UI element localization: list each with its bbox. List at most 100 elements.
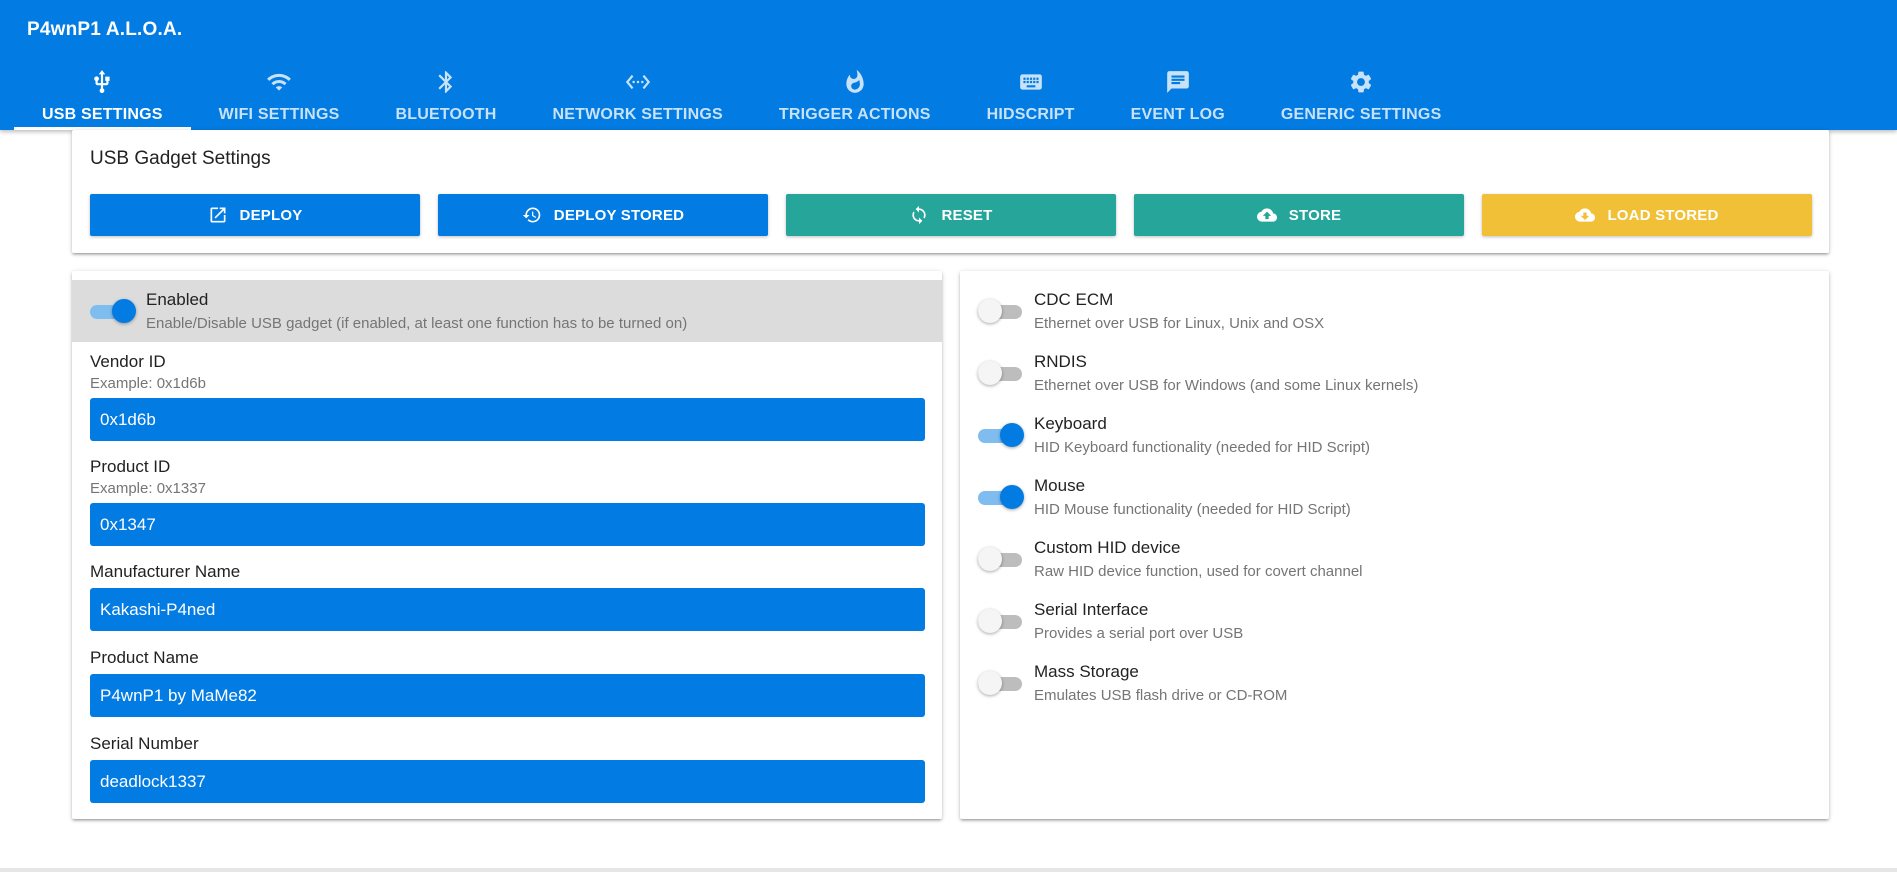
function-row-cdc-ecm: CDC ECM Ethernet over USB for Linux, Uni… <box>960 280 1829 342</box>
enabled-title: Enabled <box>146 290 209 309</box>
tab-usb-settings[interactable]: USB SETTINGS <box>14 60 191 130</box>
product-id-field: Product ID Example: 0x1337 0x1347 <box>90 457 925 546</box>
function-title: Mass Storage <box>1034 662 1139 681</box>
usb-icon <box>89 66 115 98</box>
keyboard-icon <box>1018 66 1044 98</box>
tab-hidscript[interactable]: HIDSCRIPT <box>959 60 1103 130</box>
tab-label: EVENT LOG <box>1130 106 1225 123</box>
tab-generic-settings[interactable]: GENERIC SETTINGS <box>1253 60 1470 130</box>
card-title: USB Gadget Settings <box>90 148 271 169</box>
cloud-upload-icon <box>1256 208 1277 222</box>
product-id-input[interactable]: 0x1347 <box>90 503 925 546</box>
page-bottom-divider <box>0 868 1897 872</box>
restore-icon <box>522 207 541 223</box>
function-desc: Ethernet over USB for Linux, Unix and OS… <box>1034 315 1325 332</box>
flame-icon <box>842 66 868 98</box>
tab-label: USB SETTINGS <box>42 106 163 123</box>
product-name-label: Product Name <box>90 648 199 667</box>
manufacturer-name-input[interactable]: Kakashi-P4ned <box>90 588 925 631</box>
reset-button[interactable]: RESET <box>786 194 1116 236</box>
tab-label: WIFI SETTINGS <box>218 106 340 123</box>
cloud-download-icon <box>1575 208 1596 222</box>
deploy-button[interactable]: DEPLOY <box>90 194 420 236</box>
load-stored-label: LOAD STORED <box>1607 206 1719 224</box>
open-in-new-icon <box>210 207 226 223</box>
enabled-toggle[interactable] <box>90 299 136 323</box>
function-row-rndis: RNDIS Ethernet over USB for Windows (and… <box>960 342 1829 404</box>
tab-label: HIDSCRIPT <box>986 106 1075 123</box>
function-title: Custom HID device <box>1034 538 1181 557</box>
function-title: Mouse <box>1034 476 1086 495</box>
keyboard-toggle[interactable] <box>978 423 1024 447</box>
mass-storage-toggle[interactable] <box>978 671 1024 695</box>
message-icon <box>1165 66 1191 98</box>
deploy-stored-label: DEPLOY STORED <box>553 206 685 224</box>
network-icon <box>625 66 651 98</box>
toggle-thumb <box>112 299 136 323</box>
usb-gadget-settings-card: USB Gadget Settings DEPLOY DEPLOY STORED… <box>72 130 1829 253</box>
function-row-serial: Serial Interface Provides a serial port … <box>960 590 1829 652</box>
function-title: RNDIS <box>1034 352 1087 371</box>
bluetooth-icon <box>433 66 459 98</box>
product-id-label: Product ID <box>90 457 171 476</box>
tab-label: NETWORK SETTINGS <box>552 106 723 123</box>
reset-label: RESET <box>941 206 993 224</box>
function-desc: HID Mouse functionality (needed for HID … <box>1034 501 1351 518</box>
manufacturer-name-label: Manufacturer Name <box>90 562 241 581</box>
action-buttons: DEPLOY DEPLOY STORED RESET STORE LOAD ST… <box>90 194 1812 236</box>
rndis-toggle[interactable] <box>978 361 1024 385</box>
tab-network-settings[interactable]: NETWORK SETTINGS <box>525 60 751 130</box>
serial-number-input[interactable]: deadlock1337 <box>90 760 925 803</box>
store-button[interactable]: STORE <box>1134 194 1464 236</box>
function-title: Keyboard <box>1034 414 1107 433</box>
mouse-toggle[interactable] <box>978 485 1024 509</box>
function-row-keyboard: Keyboard HID Keyboard functionality (nee… <box>960 404 1829 466</box>
app-header: P4wnP1 A.L.O.A. USB SETTINGS WIFI SETTIN… <box>0 0 1897 130</box>
tab-label: BLUETOOTH <box>395 106 497 123</box>
vendor-id-hint: Example: 0x1d6b <box>90 375 206 392</box>
tab-event-log[interactable]: EVENT LOG <box>1103 60 1253 130</box>
manufacturer-name-field: Manufacturer Name Kakashi-P4ned <box>90 562 925 631</box>
product-name-input[interactable]: P4wnP1 by MaMe82 <box>90 674 925 717</box>
gear-icon <box>1348 66 1374 98</box>
tab-bar: USB SETTINGS WIFI SETTINGS BLUETOOTH NET… <box>14 60 1469 130</box>
vendor-id-field: Vendor ID Example: 0x1d6b 0x1d6b <box>90 352 925 441</box>
toggle-thumb <box>1000 423 1024 447</box>
deploy-stored-button[interactable]: DEPLOY STORED <box>438 194 768 236</box>
product-name-field: Product Name P4wnP1 by MaMe82 <box>90 648 925 717</box>
toggle-thumb <box>978 361 1002 385</box>
function-title: Serial Interface <box>1034 600 1149 619</box>
tab-bluetooth[interactable]: BLUETOOTH <box>367 60 524 130</box>
toggle-thumb <box>978 547 1002 571</box>
deploy-label: DEPLOY <box>239 206 303 224</box>
function-row-mass-storage: Mass Storage Emulates USB flash drive or… <box>960 652 1829 714</box>
function-desc: Emulates USB flash drive or CD-ROM <box>1034 687 1288 704</box>
serial-number-label: Serial Number <box>90 734 199 753</box>
function-desc: HID Keyboard functionality (needed for H… <box>1034 439 1370 456</box>
serial-interface-toggle[interactable] <box>978 609 1024 633</box>
tab-label: TRIGGER ACTIONS <box>778 106 931 123</box>
store-label: STORE <box>1288 206 1342 224</box>
gadget-functions-card: CDC ECM Ethernet over USB for Linux, Uni… <box>960 271 1829 819</box>
toggle-thumb <box>1000 485 1024 509</box>
function-row-custom-hid: Custom HID device Raw HID device functio… <box>960 528 1829 590</box>
function-desc: Raw HID device function, used for covert… <box>1034 563 1363 580</box>
vendor-id-input[interactable]: 0x1d6b <box>90 398 925 441</box>
function-desc: Provides a serial port over USB <box>1034 625 1244 642</box>
tab-label: GENERIC SETTINGS <box>1280 106 1442 123</box>
refresh-icon <box>912 205 927 225</box>
tab-trigger-actions[interactable]: TRIGGER ACTIONS <box>751 60 959 130</box>
app-title: P4wnP1 A.L.O.A. <box>27 19 183 40</box>
function-desc: Ethernet over USB for Windows (and some … <box>1034 377 1419 394</box>
cdc-ecm-toggle[interactable] <box>978 299 1024 323</box>
serial-number-field: Serial Number deadlock1337 <box>90 734 925 803</box>
enabled-row: Enabled Enable/Disable USB gadget (if en… <box>72 280 942 342</box>
load-stored-button[interactable]: LOAD STORED <box>1482 194 1812 236</box>
product-id-hint: Example: 0x1337 <box>90 480 206 497</box>
toggle-thumb <box>978 299 1002 323</box>
tab-wifi-settings[interactable]: WIFI SETTINGS <box>191 60 368 130</box>
function-title: CDC ECM <box>1034 290 1114 309</box>
vendor-id-label: Vendor ID <box>90 352 166 371</box>
custom-hid-toggle[interactable] <box>978 547 1024 571</box>
toggle-thumb <box>978 609 1002 633</box>
